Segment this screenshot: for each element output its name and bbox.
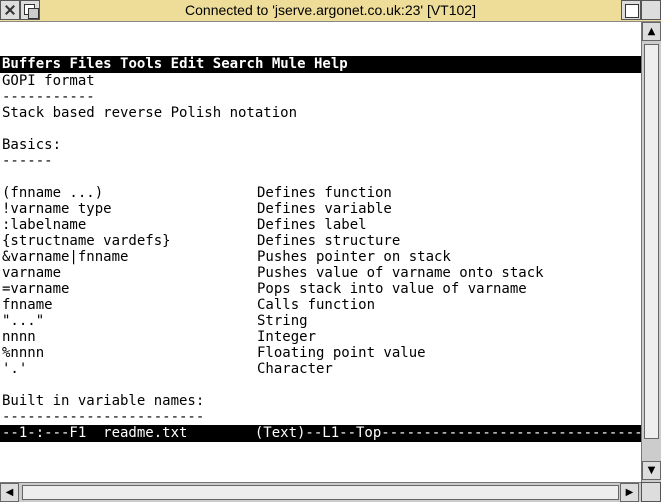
buffer-line-description: Floating point value bbox=[257, 345, 426, 361]
back-icon[interactable] bbox=[20, 0, 40, 20]
buffer-line: varname Pushes value of varname onto stac… bbox=[2, 265, 638, 281]
menu-help[interactable]: Help bbox=[314, 56, 348, 72]
buffer-line-left: (fnname ...) bbox=[2, 185, 104, 201]
buffer-line-left: fnname bbox=[2, 297, 53, 313]
buffer-line: Basics: bbox=[2, 137, 638, 153]
scroll-right-arrow-icon[interactable]: ▶ bbox=[620, 483, 639, 502]
buffer-line: %nnnn Floating point value bbox=[2, 345, 638, 361]
buffer-line: :labelname Defines label bbox=[2, 217, 638, 233]
buffer-line-description: Pushes pointer on stack bbox=[257, 249, 451, 265]
buffer-line: fnname Calls function bbox=[2, 297, 638, 313]
iconise-icon[interactable] bbox=[641, 0, 661, 20]
title-bar[interactable]: Connected to 'jserve.argonet.co.uk:23' [… bbox=[0, 0, 661, 22]
menu-buffers[interactable]: Buffers bbox=[2, 56, 61, 72]
buffer-line bbox=[2, 121, 638, 137]
menu-search[interactable]: Search bbox=[213, 56, 264, 72]
buffer-line bbox=[2, 377, 638, 393]
emacs-menubar: Buffers Files Tools Edit Search Mule Hel… bbox=[0, 56, 641, 73]
buffer-line: ------------------------ bbox=[2, 409, 638, 425]
buffer-line: "..." String bbox=[2, 313, 638, 329]
buffer-line-left: '.' bbox=[2, 361, 28, 377]
vertical-scroll-thumb[interactable] bbox=[644, 44, 659, 439]
buffer-line-description: Calls function bbox=[257, 297, 376, 313]
buffer-line-left: &varname|fnname bbox=[2, 249, 129, 265]
menu-files[interactable]: Files bbox=[69, 56, 111, 72]
buffer-line-left: GOPI format bbox=[2, 73, 95, 89]
terminal-window: Connected to 'jserve.argonet.co.uk:23' [… bbox=[0, 0, 661, 502]
buffer-line-left: Basics: bbox=[2, 137, 62, 153]
menu-edit[interactable]: Edit bbox=[171, 56, 205, 72]
buffer-line-left: Stack based reverse Polish notation bbox=[2, 105, 298, 121]
menu-tools[interactable]: Tools bbox=[120, 56, 162, 72]
buffer-line: =varname Pops stack into value of varname bbox=[2, 281, 638, 297]
buffer-line-left: ----------- bbox=[2, 89, 95, 105]
buffer-line: (fnname ...) Defines function bbox=[2, 185, 638, 201]
buffer-line-description: Defines function bbox=[257, 185, 392, 201]
scroll-left-arrow-icon[interactable]: ◀ bbox=[0, 483, 19, 502]
menu-mule[interactable]: Mule bbox=[272, 56, 306, 72]
buffer-line-description: Character bbox=[257, 361, 333, 377]
toggle-size-icon[interactable] bbox=[621, 0, 641, 20]
buffer-line-left: !varname type bbox=[2, 201, 112, 217]
buffer-line: Stack based reverse Polish notation bbox=[2, 105, 638, 121]
buffer-line: '.' Character bbox=[2, 361, 638, 377]
buffer-line-description: Integer bbox=[257, 329, 317, 345]
buffer-line: &varname|fnname Pushes pointer on stack bbox=[2, 249, 638, 265]
buffer-line-description: String bbox=[257, 313, 308, 329]
buffer-line-description: Defines structure bbox=[257, 233, 401, 249]
buffer-line: {structname vardefs} Defines structure bbox=[2, 233, 638, 249]
buffer-line: !varname type Defines variable bbox=[2, 201, 638, 217]
scroll-up-arrow-icon[interactable]: ▲ bbox=[642, 22, 661, 41]
window-title: Connected to 'jserve.argonet.co.uk:23' [… bbox=[185, 2, 476, 18]
close-icon[interactable] bbox=[0, 0, 20, 20]
buffer-line-left: ------------------------ bbox=[2, 409, 205, 425]
buffer-line-left: nnnn bbox=[2, 329, 36, 345]
vertical-scrollbar[interactable]: ▲ ▼ bbox=[641, 22, 661, 482]
buffer-line-description: Defines variable bbox=[257, 201, 392, 217]
text-buffer[interactable]: GOPI format ----------- Stack based revers… bbox=[2, 73, 638, 425]
scroll-down-arrow-icon[interactable]: ▼ bbox=[642, 461, 661, 480]
resize-icon[interactable] bbox=[641, 482, 661, 502]
buffer-line: ------ bbox=[2, 153, 638, 169]
buffer-line: GOPI format bbox=[2, 73, 638, 89]
mode-line: --1-:---F1 readme.txt (Text)--L1--Top---… bbox=[0, 425, 641, 442]
horizontal-scrollbar[interactable]: ◀ ▶ bbox=[0, 482, 641, 502]
buffer-line-description: Defines label bbox=[257, 217, 367, 233]
buffer-line-description: Pushes value of varname onto stack bbox=[257, 265, 544, 281]
buffer-line-left: ------ bbox=[2, 153, 53, 169]
buffer-line: ----------- bbox=[2, 89, 638, 105]
terminal-area[interactable]: Buffers Files Tools Edit Search Mule Hel… bbox=[0, 22, 641, 482]
buffer-line: nnnn Integer bbox=[2, 329, 638, 345]
buffer-line-description: Pops stack into value of varname bbox=[257, 281, 527, 297]
buffer-line bbox=[2, 169, 638, 185]
horizontal-scroll-thumb[interactable] bbox=[22, 485, 619, 500]
buffer-line-left: =varname bbox=[2, 281, 70, 297]
buffer-line-left: %nnnn bbox=[2, 345, 45, 361]
buffer-line-left: "..." bbox=[2, 313, 45, 329]
buffer-line: Built in variable names: bbox=[2, 393, 638, 409]
buffer-line-left: varname bbox=[2, 265, 62, 281]
buffer-line-left: Built in variable names: bbox=[2, 393, 205, 409]
buffer-line-left: {structname vardefs} bbox=[2, 233, 171, 249]
buffer-line-left: :labelname bbox=[2, 217, 87, 233]
